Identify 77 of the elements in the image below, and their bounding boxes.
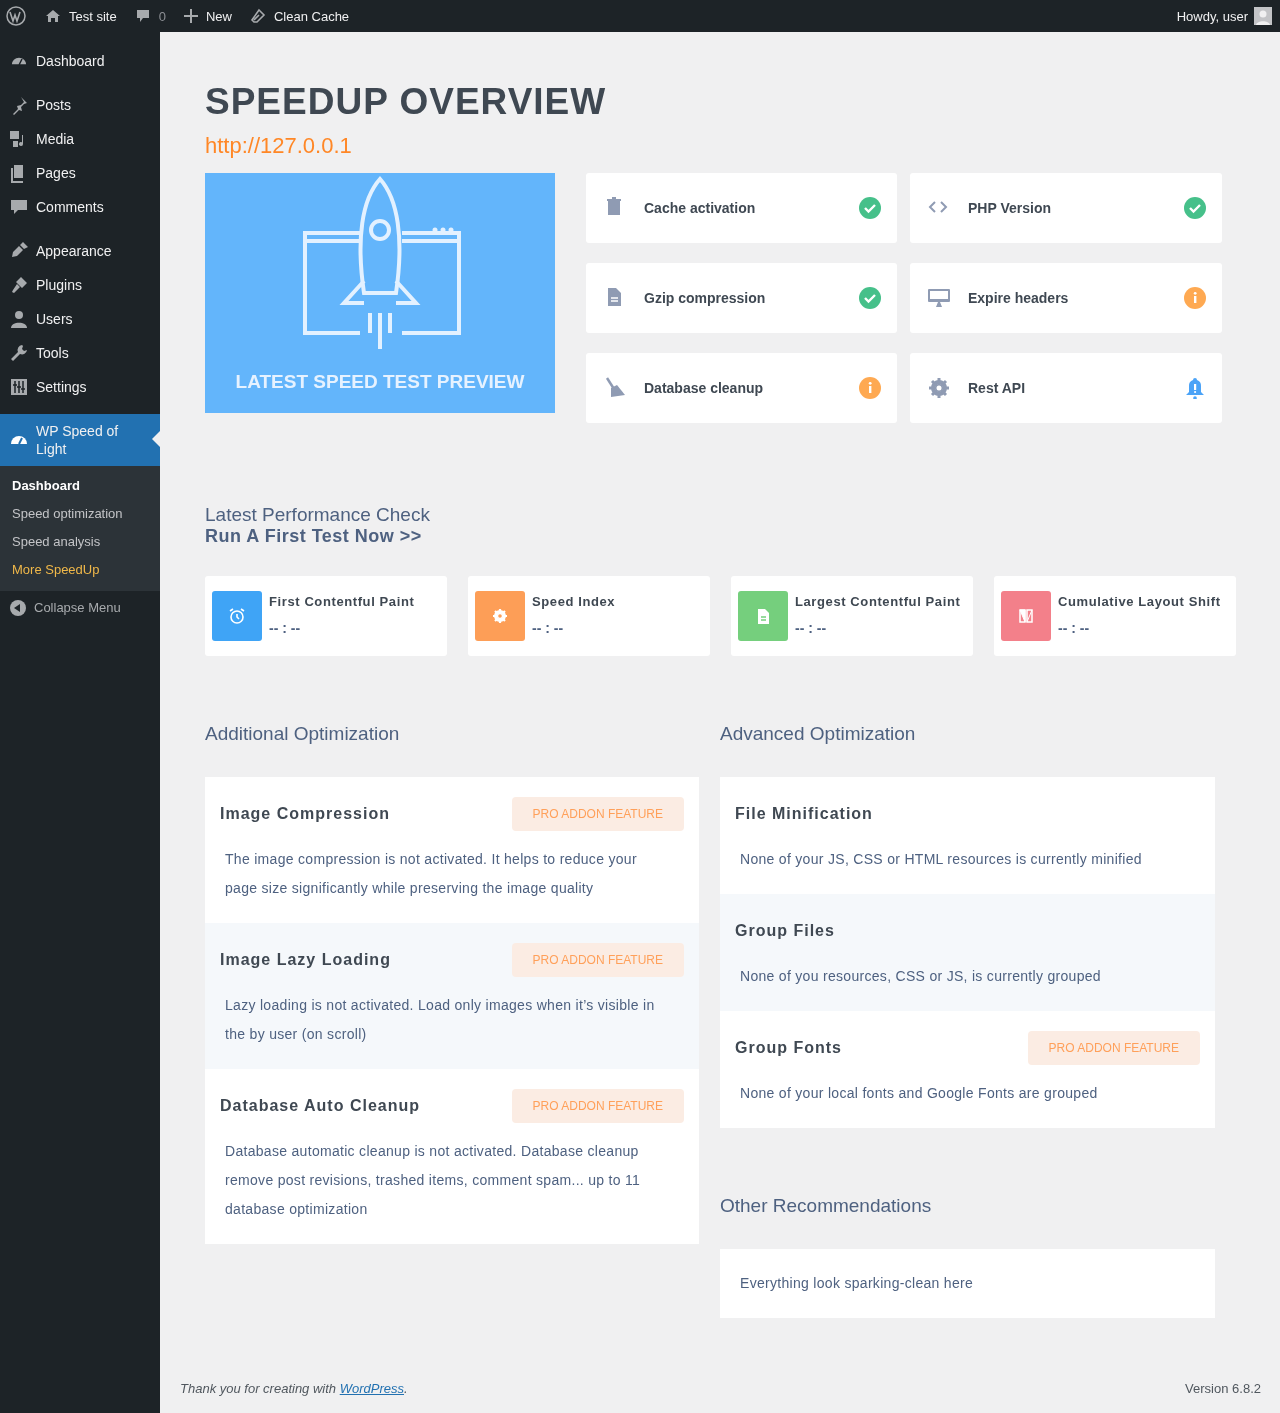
- metric-value: -- : --: [532, 620, 565, 636]
- preview-caption: LATEST SPEED TEST PREVIEW: [234, 371, 526, 393]
- status-label: Cache activation: [644, 200, 757, 216]
- option-title: Group Files: [735, 922, 835, 940]
- version-text: Version 6.8.2: [1185, 1381, 1261, 1396]
- metric-label: Cumulative Layout Shift: [1058, 594, 1221, 609]
- submenu-item[interactable]: More SpeedUp: [0, 556, 160, 584]
- wordpress-link[interactable]: WordPress: [339, 1381, 404, 1396]
- option-description: Database automatic cleanup is not activated. Database cleanup remove post revisions, trashed items, comment spam... up to 11 database optimization: [225, 1142, 642, 1219]
- option-description: None of you resources, CSS or JS, is currently grouped: [740, 967, 1102, 986]
- menu-item[interactable]: Dashboard: [0, 44, 160, 78]
- option-description: None of your local fonts and Google Fonts are grouped: [740, 1084, 1099, 1103]
- metric-value: -- : --: [269, 620, 302, 636]
- section-heading: Additional Optimization: [205, 722, 401, 746]
- bell-icon: [1184, 377, 1206, 399]
- metric-value: -- : --: [795, 620, 828, 636]
- home-icon: [45, 8, 61, 24]
- comment-icon: [9, 197, 29, 217]
- clean-cache-link[interactable]: Clean Cache: [240, 0, 359, 32]
- menu-item[interactable]: Plugins: [0, 268, 160, 302]
- metric-label: Speed Index: [532, 594, 616, 609]
- info-icon: [1184, 287, 1206, 309]
- account-link[interactable]: Howdy, user: [1176, 0, 1272, 32]
- metric-value: -- : --: [1058, 620, 1091, 636]
- menu-item[interactable]: Media: [0, 122, 160, 156]
- recommendation-text: Everything look sparking-clean here: [740, 1274, 975, 1293]
- info-icon: [859, 377, 881, 399]
- submenu-item[interactable]: Speed analysis: [0, 528, 160, 556]
- status-label: Gzip compression: [644, 290, 767, 306]
- page-title: SPEEDUP OVERVIEW: [205, 82, 608, 122]
- alarm-clock-icon: [228, 607, 246, 625]
- section-heading: Advanced Optimization: [720, 722, 917, 746]
- option-description: The image compression is not activated. It helps to reduce your page size significantly while preserving the image quality: [225, 850, 638, 898]
- menu-item[interactable]: Appearance: [0, 234, 160, 268]
- sliders-icon: [9, 377, 29, 397]
- comments-link[interactable]: 0: [125, 0, 175, 32]
- run-test-link[interactable]: Run A First Test Now >>: [205, 526, 422, 546]
- menu-item[interactable]: Posts: [0, 88, 160, 122]
- comment-icon: [134, 8, 151, 24]
- section-heading: Other Recommendations: [720, 1194, 933, 1218]
- submenu-item[interactable]: Speed optimization: [0, 500, 160, 528]
- submenu-item[interactable]: Dashboard: [0, 472, 160, 500]
- gear-icon: [928, 377, 950, 399]
- option-description: None of your JS, CSS or HTML resources is currently minified: [740, 850, 1143, 869]
- menu-item[interactable]: Comments: [0, 190, 160, 224]
- monitor-icon: [928, 287, 950, 309]
- status-label: PHP Version: [968, 200, 1052, 216]
- option-title: Group Fonts: [735, 1039, 842, 1057]
- site-link[interactable]: Test site: [36, 0, 126, 32]
- new-link[interactable]: New: [174, 0, 241, 32]
- check-circle-icon: [859, 287, 881, 309]
- wordpress-logo-icon: [6, 6, 26, 26]
- avatar-icon: [1254, 7, 1272, 25]
- status-label: Expire headers: [968, 290, 1070, 306]
- menu-item[interactable]: Settings: [0, 370, 160, 404]
- menu-item[interactable]: Users: [0, 302, 160, 336]
- plus-icon: [183, 9, 198, 23]
- user-icon: [9, 309, 29, 329]
- status-label: Database cleanup: [644, 380, 765, 396]
- check-circle-icon: [1184, 197, 1206, 219]
- menu-item[interactable]: WP Speed of Light: [0, 414, 160, 466]
- status-label: Rest API: [968, 380, 1027, 396]
- gear-icon: [491, 607, 509, 625]
- metric-label: First Contentful Paint: [269, 594, 415, 609]
- menu-item[interactable]: Tools: [0, 336, 160, 370]
- footer-text: Thank you for creating with WordPress.: [180, 1381, 408, 1396]
- collapse-menu-button[interactable]: Collapse Menu: [0, 591, 160, 625]
- option-title: Database Auto Cleanup: [220, 1097, 420, 1115]
- option-title: File Minification: [735, 805, 873, 823]
- option-title: Image Lazy Loading: [220, 951, 391, 969]
- check-circle-icon: [859, 197, 881, 219]
- wrench-icon: [9, 343, 29, 363]
- option-title: Image Compression: [220, 805, 390, 823]
- metric-label: Largest Contentful Paint: [795, 594, 961, 609]
- section-heading: Latest Performance Check: [205, 504, 430, 526]
- menu-item[interactable]: Pages: [0, 156, 160, 190]
- option-description: Lazy loading is not activated. Load only images when it’s visible in the by user (on scroll): [225, 996, 656, 1044]
